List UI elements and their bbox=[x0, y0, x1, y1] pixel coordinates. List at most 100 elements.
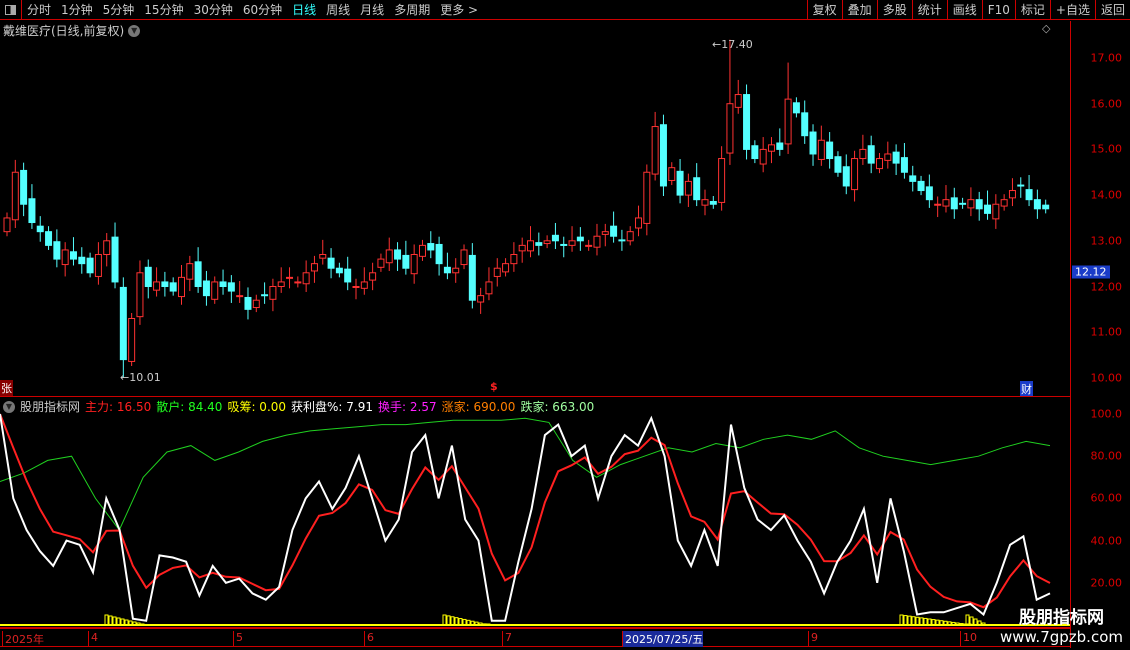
date-label: 2025/07/25/五 bbox=[622, 631, 704, 647]
candle-up bbox=[94, 254, 102, 277]
accumulation-bar bbox=[116, 617, 121, 626]
accumulation-bar bbox=[915, 616, 920, 626]
candle-up bbox=[934, 203, 942, 206]
date-label: 9 bbox=[808, 631, 818, 647]
price-tick: 15.00 bbox=[1090, 142, 1123, 156]
accumulation-bar bbox=[132, 621, 137, 626]
accumulation-bar bbox=[454, 617, 459, 626]
indicator-tick: 60.00 bbox=[1090, 491, 1123, 505]
candle-up bbox=[734, 94, 742, 108]
candle-up bbox=[718, 158, 726, 203]
price-axis: 17.00 16.00 15.00 14.00 13.00 12.00 11.00 10.00… bbox=[1070, 21, 1130, 648]
candle-down bbox=[892, 151, 900, 164]
candle-down bbox=[834, 156, 842, 173]
indicator-value: 散户: 84.40 bbox=[156, 400, 223, 414]
accumulation-bar bbox=[104, 614, 109, 626]
indicator-value: 吸筹: 0.00 bbox=[227, 400, 287, 414]
candle-up bbox=[585, 244, 593, 247]
candle-down bbox=[925, 186, 933, 201]
price-tick: 14.00 bbox=[1090, 188, 1123, 202]
candle-down bbox=[867, 145, 875, 164]
indicator-value: 涨家: 690.00 bbox=[441, 400, 516, 414]
accumulation-bar bbox=[486, 623, 491, 626]
accumulation-bar bbox=[140, 623, 145, 626]
date-label: 10 bbox=[960, 631, 977, 647]
indicator-name[interactable]: 股朋指标网 bbox=[20, 398, 80, 415]
candle-up bbox=[410, 254, 418, 275]
candle-down bbox=[435, 243, 443, 265]
candle-up bbox=[518, 244, 526, 252]
candle-down bbox=[20, 169, 28, 205]
candle-down bbox=[975, 199, 983, 210]
candle-up bbox=[360, 281, 368, 289]
toolbar-button-8[interactable]: 返回 bbox=[1094, 0, 1130, 20]
candle-up bbox=[967, 199, 975, 209]
candle-down bbox=[676, 170, 684, 196]
finance-marker[interactable]: 财 bbox=[1020, 381, 1033, 397]
price-tick: 17.00 bbox=[1090, 51, 1123, 65]
accumulation-bar bbox=[450, 616, 455, 626]
candle-up bbox=[1000, 199, 1008, 207]
candle-down bbox=[111, 236, 119, 283]
candle-up bbox=[319, 254, 327, 259]
candle-up bbox=[593, 235, 601, 248]
candle-up bbox=[626, 231, 634, 242]
candle-up bbox=[310, 263, 318, 272]
candle-down bbox=[751, 145, 759, 160]
accumulation-bar bbox=[951, 621, 956, 626]
candle-up bbox=[452, 267, 460, 274]
candle-down bbox=[535, 242, 543, 246]
indicator-value: 跌家: 663.00 bbox=[520, 400, 595, 414]
retail-line bbox=[0, 417, 1051, 531]
main-force-line bbox=[0, 413, 1051, 609]
candle-up bbox=[377, 258, 385, 268]
candle-up bbox=[269, 286, 277, 300]
candle-up bbox=[418, 244, 426, 257]
date-label: 6 bbox=[364, 631, 374, 647]
candle-up bbox=[651, 126, 659, 175]
candle-up bbox=[178, 276, 185, 298]
candle-down bbox=[144, 266, 152, 287]
candle-down bbox=[576, 236, 584, 242]
candle-up bbox=[294, 281, 302, 284]
candle-up bbox=[369, 272, 377, 281]
candle-down bbox=[801, 112, 809, 137]
zhang-marker[interactable]: 张 bbox=[0, 380, 13, 396]
candle-up bbox=[493, 267, 501, 277]
accumulation-bar bbox=[474, 621, 479, 626]
candle-down bbox=[169, 282, 177, 292]
candle-down bbox=[560, 243, 568, 246]
candle-up bbox=[460, 249, 468, 266]
candle-up bbox=[568, 240, 576, 246]
candle-up bbox=[61, 249, 69, 266]
indicator-legend: ▼ 股朋指标网 主力: 16.50 散户: 84.40 吸筹: 0.00 获利盘%: … bbox=[3, 398, 594, 415]
pane-divider bbox=[0, 396, 1070, 397]
date-label: 2025年 bbox=[2, 631, 44, 647]
candle-down bbox=[161, 281, 169, 287]
indicator-value: 换手: 2.57 bbox=[378, 400, 437, 414]
candle-down bbox=[900, 157, 908, 173]
accumulation-bar bbox=[899, 614, 904, 626]
candle-down bbox=[792, 102, 800, 114]
candle-up bbox=[302, 272, 310, 285]
candle-up bbox=[153, 281, 161, 291]
candle-down bbox=[743, 94, 751, 150]
candle-up bbox=[767, 144, 775, 152]
date-label: 7 bbox=[502, 631, 512, 647]
candle-up bbox=[236, 295, 244, 298]
candle-down bbox=[709, 200, 717, 205]
price-and-indicator-chart[interactable] bbox=[0, 0, 1070, 650]
dollar-marker[interactable]: $ bbox=[490, 380, 498, 393]
candle-down bbox=[344, 268, 352, 283]
candle-down bbox=[826, 141, 834, 160]
candle-down bbox=[776, 142, 784, 150]
date-label: 4 bbox=[88, 631, 98, 647]
candle-up bbox=[477, 295, 485, 303]
candle-down bbox=[45, 231, 53, 246]
candle-down bbox=[443, 266, 451, 274]
candle-up bbox=[635, 217, 643, 229]
candle-up bbox=[643, 171, 651, 224]
chevron-down-icon[interactable]: ▼ bbox=[3, 400, 15, 413]
candle-down bbox=[551, 234, 559, 242]
price-tick: 11.00 bbox=[1090, 325, 1123, 339]
